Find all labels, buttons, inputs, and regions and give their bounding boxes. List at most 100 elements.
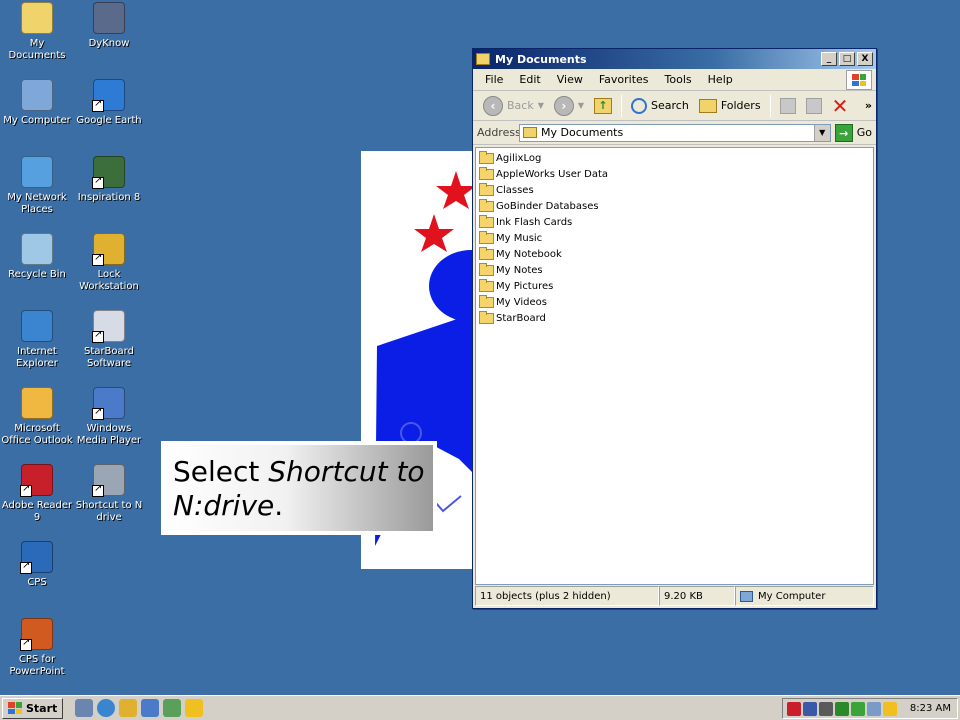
delete-button[interactable]: ✕ bbox=[828, 94, 853, 118]
folder-icon bbox=[479, 262, 494, 276]
desktop-icon-label: CPS bbox=[27, 577, 47, 588]
maximize-button[interactable]: □ bbox=[839, 52, 855, 66]
file-list-item[interactable]: My Pictures bbox=[479, 278, 870, 294]
desktop-icon[interactable]: Windows Media Player bbox=[72, 387, 146, 447]
desktop-icon[interactable]: Shortcut to N drive bbox=[72, 464, 146, 524]
back-button[interactable]: ‹ Back ▼ bbox=[479, 94, 548, 118]
clock-app-icon[interactable] bbox=[185, 699, 204, 717]
file-name: AppleWorks User Data bbox=[496, 168, 609, 180]
move-to-button[interactable] bbox=[776, 94, 800, 118]
address-input[interactable]: My Documents ▼ bbox=[519, 123, 831, 142]
settings-icon[interactable] bbox=[141, 699, 160, 717]
menu-favorites[interactable]: Favorites bbox=[591, 73, 657, 86]
file-list-item[interactable]: AgilixLog bbox=[479, 150, 870, 166]
shortcut-arrow-icon bbox=[20, 483, 32, 497]
search-label: Search bbox=[651, 99, 689, 112]
file-list-item[interactable]: My Music bbox=[479, 230, 870, 246]
window-title: My Documents bbox=[495, 52, 587, 66]
menu-help[interactable]: Help bbox=[700, 73, 741, 86]
my-computer-icon bbox=[740, 590, 753, 602]
file-list-item[interactable]: Classes bbox=[479, 182, 870, 198]
clock[interactable]: 8:23 AM bbox=[910, 703, 951, 714]
folder-icon bbox=[479, 166, 494, 180]
status-location: My Computer bbox=[735, 586, 874, 606]
folder-icon bbox=[479, 278, 494, 292]
system-tray: 8:23 AM bbox=[782, 698, 958, 719]
file-name: StarBoard bbox=[496, 312, 546, 324]
desktop-icon-label: Lock Workstation bbox=[79, 269, 139, 292]
file-list-item[interactable]: My Videos bbox=[479, 294, 870, 310]
tray-volume-icon[interactable] bbox=[883, 701, 897, 716]
status-size: 9.20 KB bbox=[659, 586, 735, 606]
tray-settings-icon[interactable] bbox=[819, 701, 833, 716]
up-folder-button[interactable]: ↑ bbox=[590, 94, 616, 118]
delete-icon: ✕ bbox=[831, 93, 849, 118]
minimize-button[interactable]: _ bbox=[821, 52, 837, 66]
desktop-icon[interactable]: CPS bbox=[0, 541, 74, 589]
desktop-icon-label: My Documents bbox=[8, 38, 66, 61]
google-earth-icon bbox=[92, 79, 125, 112]
search-button[interactable]: Search bbox=[627, 94, 693, 118]
file-name: My Music bbox=[496, 232, 543, 244]
dyknow-icon bbox=[93, 2, 125, 34]
file-list-item[interactable]: My Notebook bbox=[479, 246, 870, 262]
go-button[interactable]: → Go bbox=[834, 123, 872, 142]
start-button[interactable]: Start bbox=[2, 697, 64, 719]
desktop-icon[interactable]: DyKnow bbox=[72, 2, 146, 50]
red-star-2 bbox=[414, 214, 454, 252]
tray-display-icon[interactable] bbox=[867, 701, 881, 716]
copy-to-button[interactable] bbox=[802, 94, 826, 118]
tray-app-icon[interactable] bbox=[787, 701, 801, 716]
menu-tools[interactable]: Tools bbox=[657, 73, 700, 86]
file-list-item[interactable]: Ink Flash Cards bbox=[479, 214, 870, 230]
address-dropdown-icon[interactable]: ▼ bbox=[813, 124, 830, 141]
internet-explorer-icon[interactable] bbox=[97, 699, 116, 717]
shortcut-arrow-icon bbox=[92, 252, 104, 266]
file-name: Classes bbox=[496, 184, 534, 196]
file-list-item[interactable]: AppleWorks User Data bbox=[479, 166, 870, 182]
internet-explorer-icon bbox=[21, 310, 53, 342]
lock-icon[interactable] bbox=[119, 699, 138, 717]
my-documents-icon bbox=[21, 2, 53, 34]
status-object-count: 11 objects (plus 2 hidden) bbox=[475, 586, 659, 606]
desktop-icon[interactable]: CPS for PowerPoint bbox=[0, 618, 74, 678]
title-bar[interactable]: My Documents _ □ X bbox=[473, 49, 876, 69]
file-name: AgilixLog bbox=[496, 152, 542, 164]
file-list-item[interactable]: GoBinder Databases bbox=[479, 198, 870, 214]
folder-icon bbox=[479, 294, 494, 308]
menu-view[interactable]: View bbox=[549, 73, 591, 86]
menu-file[interactable]: File bbox=[477, 73, 511, 86]
desktop-icon[interactable]: My Computer bbox=[0, 79, 74, 127]
status-location-label: My Computer bbox=[758, 590, 826, 602]
desktop-icon[interactable]: Inspiration 8 bbox=[72, 156, 146, 204]
desktop-icon[interactable]: My Documents bbox=[0, 2, 74, 62]
file-list-item[interactable]: StarBoard bbox=[479, 310, 870, 326]
desktop-icon[interactable]: Internet Explorer bbox=[0, 310, 74, 370]
recycle-bin-icon bbox=[21, 233, 53, 265]
tray-wireless-icon[interactable] bbox=[851, 701, 865, 716]
tray-network-icon[interactable] bbox=[803, 701, 817, 716]
move-to-icon bbox=[779, 97, 796, 114]
tools-icon[interactable] bbox=[163, 699, 182, 717]
desktop-icon[interactable]: Microsoft Office Outlook bbox=[0, 387, 74, 447]
desktop-icon[interactable]: Google Earth bbox=[72, 79, 146, 127]
desktop-icon[interactable]: My Network Places bbox=[0, 156, 74, 216]
file-name: My Notebook bbox=[496, 248, 562, 260]
go-arrow-icon: → bbox=[834, 123, 853, 142]
file-list: AgilixLog AppleWorks User Data Classes GoBi… bbox=[475, 147, 874, 585]
forward-button[interactable]: › ▼ bbox=[550, 94, 588, 118]
show-desktop-icon[interactable] bbox=[75, 699, 94, 717]
folders-button[interactable]: Folders bbox=[695, 94, 765, 118]
toolbar-overflow-button[interactable]: » bbox=[861, 94, 876, 118]
tray-security-icon[interactable] bbox=[835, 701, 849, 716]
start-label: Start bbox=[26, 701, 58, 715]
forward-arrow-icon: › bbox=[553, 95, 574, 116]
file-list-item[interactable]: My Notes bbox=[479, 262, 870, 278]
menu-edit[interactable]: Edit bbox=[511, 73, 548, 86]
desktop-icon[interactable]: Recycle Bin bbox=[0, 233, 74, 281]
desktop-icon[interactable]: Adobe Reader 9 bbox=[0, 464, 74, 524]
desktop-icon[interactable]: StarBoard Software bbox=[72, 310, 146, 370]
desktop-icon[interactable]: Lock Workstation bbox=[72, 233, 146, 293]
close-button[interactable]: X bbox=[857, 52, 873, 66]
shortcut-arrow-icon bbox=[92, 98, 104, 112]
